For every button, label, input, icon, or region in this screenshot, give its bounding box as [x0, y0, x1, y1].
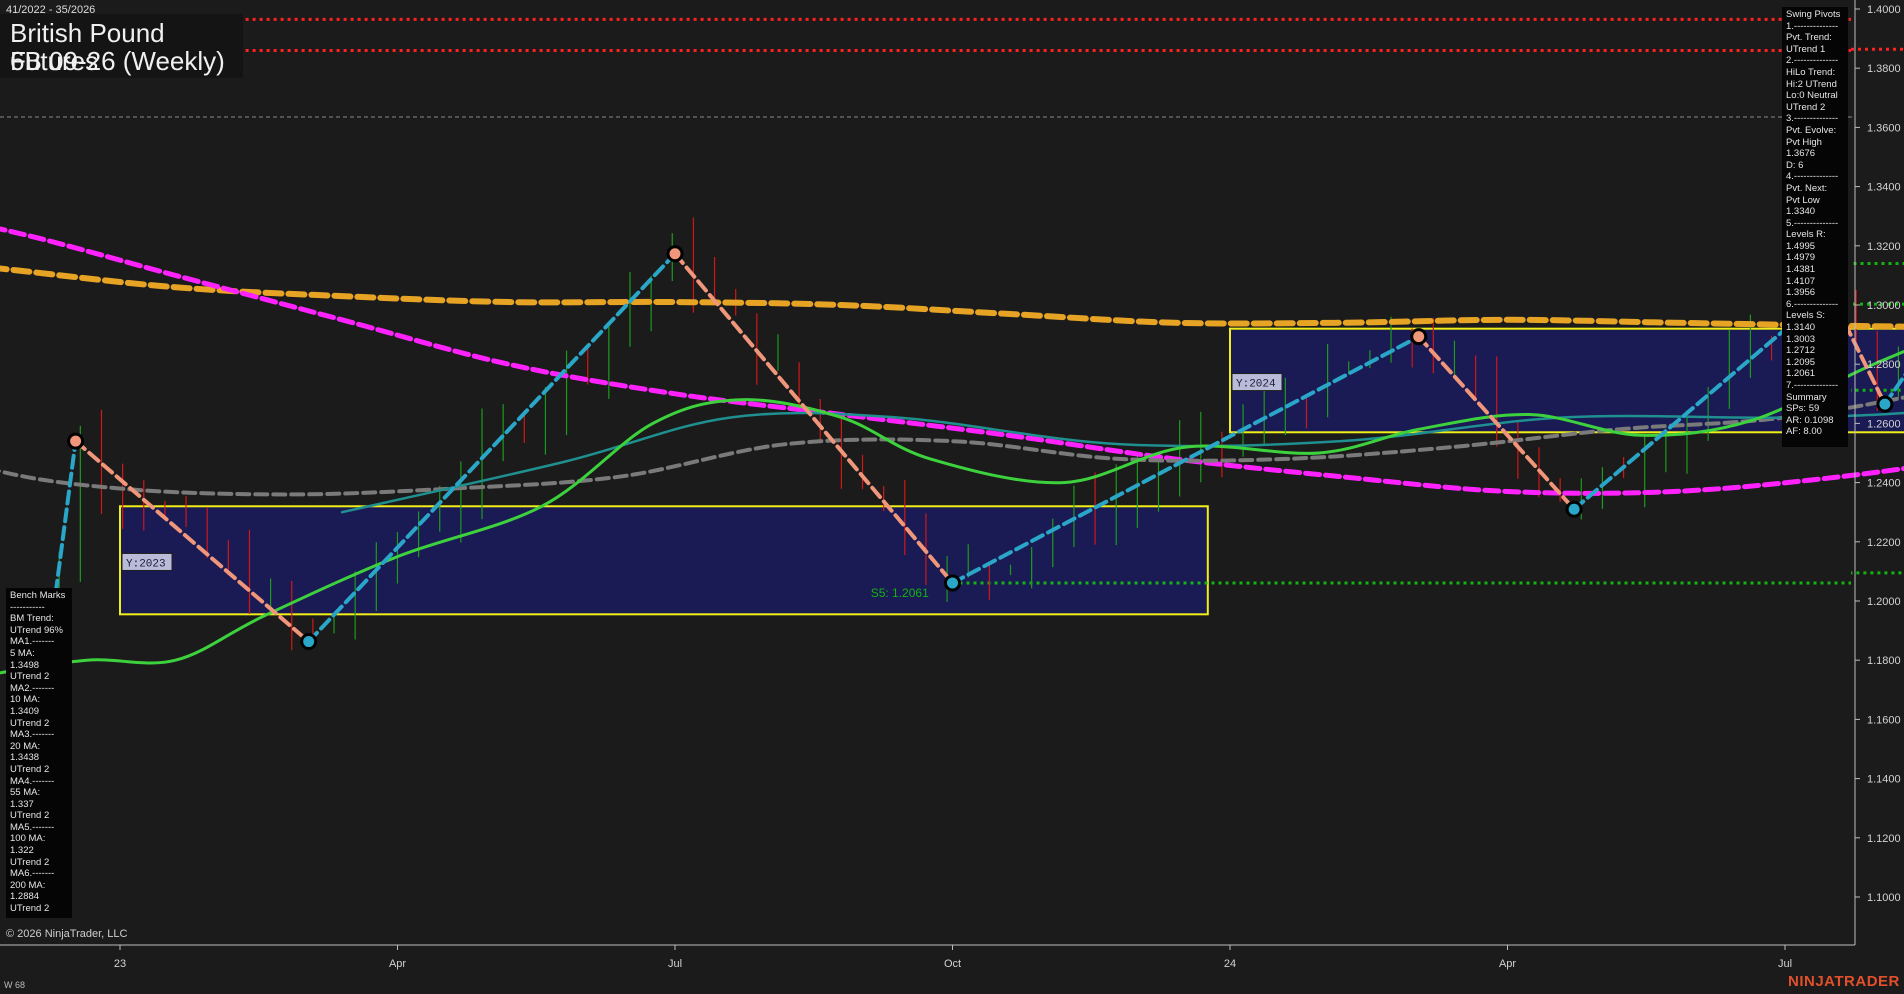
- y-tick-label: 1.3600: [1867, 122, 1901, 134]
- swing-pivots-panel: Swing Pivots 1.-------------- Pvt. Trend…: [1782, 7, 1848, 447]
- year-box: [119, 505, 1209, 616]
- y-tick-label: 1.1200: [1867, 833, 1901, 845]
- y-tick-label: 1.3800: [1867, 63, 1901, 75]
- y-tick-label: 1.4000: [1867, 4, 1901, 16]
- title-box: British Pound Futures 6B 09-26 (Weekly): [0, 14, 243, 78]
- chart-subtitle: 6B 09-26 (Weekly): [10, 46, 225, 76]
- y-tick-label: 1.1400: [1867, 774, 1901, 786]
- y-tick-label: 1.1000: [1867, 892, 1901, 904]
- y-tick-label: 1.3400: [1867, 182, 1901, 194]
- x-tick-label: Oct: [944, 958, 961, 970]
- x-tick-label: Jul: [1778, 958, 1792, 970]
- pivot-low-marker: [1568, 503, 1580, 515]
- y-tick-label: 1.2600: [1867, 418, 1901, 430]
- price-chart[interactable]: Y:2023Y:2024Y:2025Y:2026R1: 1.3864S1: 1.…: [0, 0, 1904, 994]
- year-box-label: Y:2024: [1236, 379, 1276, 391]
- period-label: W 68: [4, 980, 26, 990]
- y-tick-label: 1.3200: [1867, 241, 1901, 253]
- level-label: S5: 1.2061: [871, 586, 929, 600]
- y-tick-label: 1.1600: [1867, 714, 1901, 726]
- chart-background: [0, 0, 1904, 994]
- x-tick-label: Apr: [389, 958, 406, 970]
- y-tick-label: 1.1800: [1867, 655, 1901, 667]
- copyright-text: © 2026 NinjaTrader, LLC: [6, 928, 128, 940]
- y-tick-label: 1.2800: [1867, 359, 1901, 371]
- x-tick-label: Jul: [668, 958, 682, 970]
- x-tick-label: 24: [1224, 958, 1236, 970]
- x-tick-label: Apr: [1499, 958, 1516, 970]
- pivot-low-marker: [1879, 398, 1891, 410]
- y-tick-label: 1.2200: [1867, 537, 1901, 549]
- y-tick-label: 1.2400: [1867, 478, 1901, 490]
- year-box-label: Y:2023: [126, 558, 166, 570]
- y-tick-label: 1.2000: [1867, 596, 1901, 608]
- bench-marks-panel: Bench Marks ----------- BM Trend: UTrend…: [6, 588, 72, 918]
- pivot-high-marker: [70, 435, 82, 447]
- y-tick-label: 1.3000: [1867, 300, 1901, 312]
- x-tick-label: 23: [114, 958, 126, 970]
- pivot-high-marker: [669, 248, 681, 260]
- pivot-high-marker: [1413, 331, 1425, 343]
- ninjatrader-logo: NINJATRADER: [1788, 973, 1900, 990]
- pivot-low-marker: [303, 636, 315, 648]
- pivot-low-marker: [947, 577, 958, 589]
